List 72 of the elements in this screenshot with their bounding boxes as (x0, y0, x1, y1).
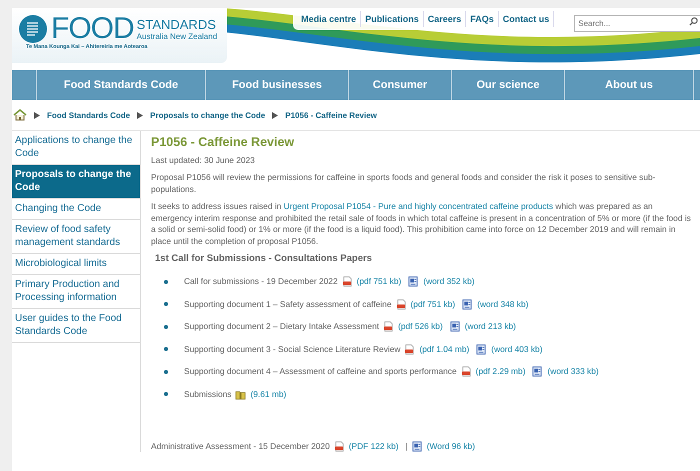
nav-tab[interactable]: Our science (452, 70, 565, 100)
file-link[interactable]: (word 333 kb) (547, 366, 599, 378)
file-link[interactable]: (Word 96 kb) (426, 440, 476, 452)
document-title: Supporting document 2 – Dietary Intake Assessment (184, 321, 380, 332)
top-link[interactable]: Media centre (297, 11, 362, 27)
word-file-icon (462, 298, 474, 310)
logo-icon (18, 14, 48, 44)
top-link[interactable]: FAQs (466, 11, 499, 27)
sidebar-item[interactable]: Primary Production and Processing information (12, 275, 140, 309)
home-icon[interactable] (13, 109, 27, 121)
breadcrumb-link[interactable]: Proposals to change the Code (150, 110, 266, 120)
word-file-icon (408, 276, 420, 288)
word-file-icon (412, 440, 423, 452)
top-link[interactable]: Publications (361, 11, 424, 27)
file-link[interactable]: (word 213 kb) (464, 321, 516, 332)
pdf-file-icon (404, 344, 416, 355)
sidebar-item[interactable]: Review of food safety management standards (12, 220, 140, 254)
document-title: Supporting document 3 - Social Science Literature Review (184, 344, 400, 355)
file-link[interactable]: (pdf 526 kb) (398, 321, 443, 332)
nav-tab[interactable]: Food Standards Code (37, 70, 206, 100)
word-file-icon (450, 321, 461, 332)
bullet-icon (164, 324, 168, 329)
arrow-icon (272, 112, 278, 118)
intro-paragraph: Proposal P1056 will review the permissions for caffeine in sports foods and general foods and consider the risk it poses to sensitive sub-populations. (151, 172, 656, 195)
document-title: Supporting document 4 – Assessment of caffeine and sports performance (184, 366, 457, 378)
top-link[interactable]: Contact us (498, 11, 554, 27)
sidebar-item[interactable]: Changing the Code (12, 199, 140, 220)
pdf-file-icon (383, 321, 394, 332)
pdf-file-icon (342, 276, 353, 288)
nav-tab[interactable]: Food businesses (206, 70, 349, 100)
bullet-icon (164, 302, 168, 306)
file-link[interactable]: (pdf 2.29 mb) (476, 366, 526, 378)
last-updated: Last updated: 30 June 2023 (151, 154, 256, 166)
file-link[interactable]: (PDF 122 kb) (348, 440, 399, 452)
file-link[interactable]: (word 403 kb) (491, 344, 542, 355)
nav-tab[interactable]: About us (565, 70, 694, 100)
breadcrumb-link[interactable]: P1056 - Caffeine Review (285, 110, 377, 120)
bullet-icon (164, 280, 168, 284)
document-title: Call for submissions - 19 December 2022 (184, 276, 338, 288)
document-title: Supporting document 1 – Safety assessment of caffeine (184, 298, 392, 310)
bullet-icon (164, 392, 168, 396)
folder-icon (235, 388, 246, 400)
separator: | (406, 440, 408, 452)
arrow-icon (34, 112, 40, 118)
document-title: Submissions (184, 388, 232, 400)
file-link[interactable]: (pdf 751 kb) (410, 298, 456, 310)
page-title: P1056 - Caffeine Review (151, 137, 296, 148)
bullet-icon (164, 347, 168, 352)
pdf-file-icon (396, 298, 406, 310)
pdf-file-icon (460, 366, 472, 378)
sidebar-item[interactable]: Proposals to change the Code (12, 165, 140, 199)
details-paragraph: It seeks to address issues raised in Urgent Proposal P1054 - Pure and highly concentrated caffeine products which was prepared as an emergency interim response and prohibited the retail sale of foods in which total caffeine is present in a concentration of 5% or more (if the food is a solid or semi-solid food) or 1% or more (if the food is a liquid food). This prohibition came into force on 12 December 2019 and will remain in place until the completion of proposal P1056. (151, 201, 692, 247)
file-link[interactable]: (pdf 1.04 mb) (419, 344, 470, 355)
section-heading: 1st Call for Submissions - Consultations Papers (155, 253, 373, 264)
arrow-icon (137, 112, 144, 118)
top-link[interactable]: Careers (424, 11, 466, 27)
breadcrumb-link[interactable]: Food Standards Code (47, 110, 130, 120)
search-icon (689, 17, 698, 26)
bullet-icon (164, 370, 168, 374)
word-file-icon (532, 366, 544, 378)
file-link[interactable]: (word 352 kb) (423, 276, 475, 288)
file-link[interactable]: (word 348 kb) (477, 298, 528, 310)
file-link[interactable]: (9.61 mb) (250, 388, 286, 400)
sidebar-item[interactable]: User guides to the Food Standards Code (12, 309, 140, 343)
pdf-file-icon (334, 440, 345, 452)
document-title: Administrative Assessment - 15 December 2020 (151, 440, 330, 452)
sidebar-item[interactable]: Microbiological limits (12, 254, 140, 275)
word-file-icon (476, 344, 488, 355)
nav-tab[interactable]: Consumer (349, 70, 452, 100)
search-field[interactable]: Search... (574, 15, 700, 32)
proposal-link[interactable]: Urgent Proposal P1054 - Pure and highly concentrated caffeine products (284, 201, 554, 211)
file-link[interactable]: (pdf 751 kb) (356, 276, 402, 288)
